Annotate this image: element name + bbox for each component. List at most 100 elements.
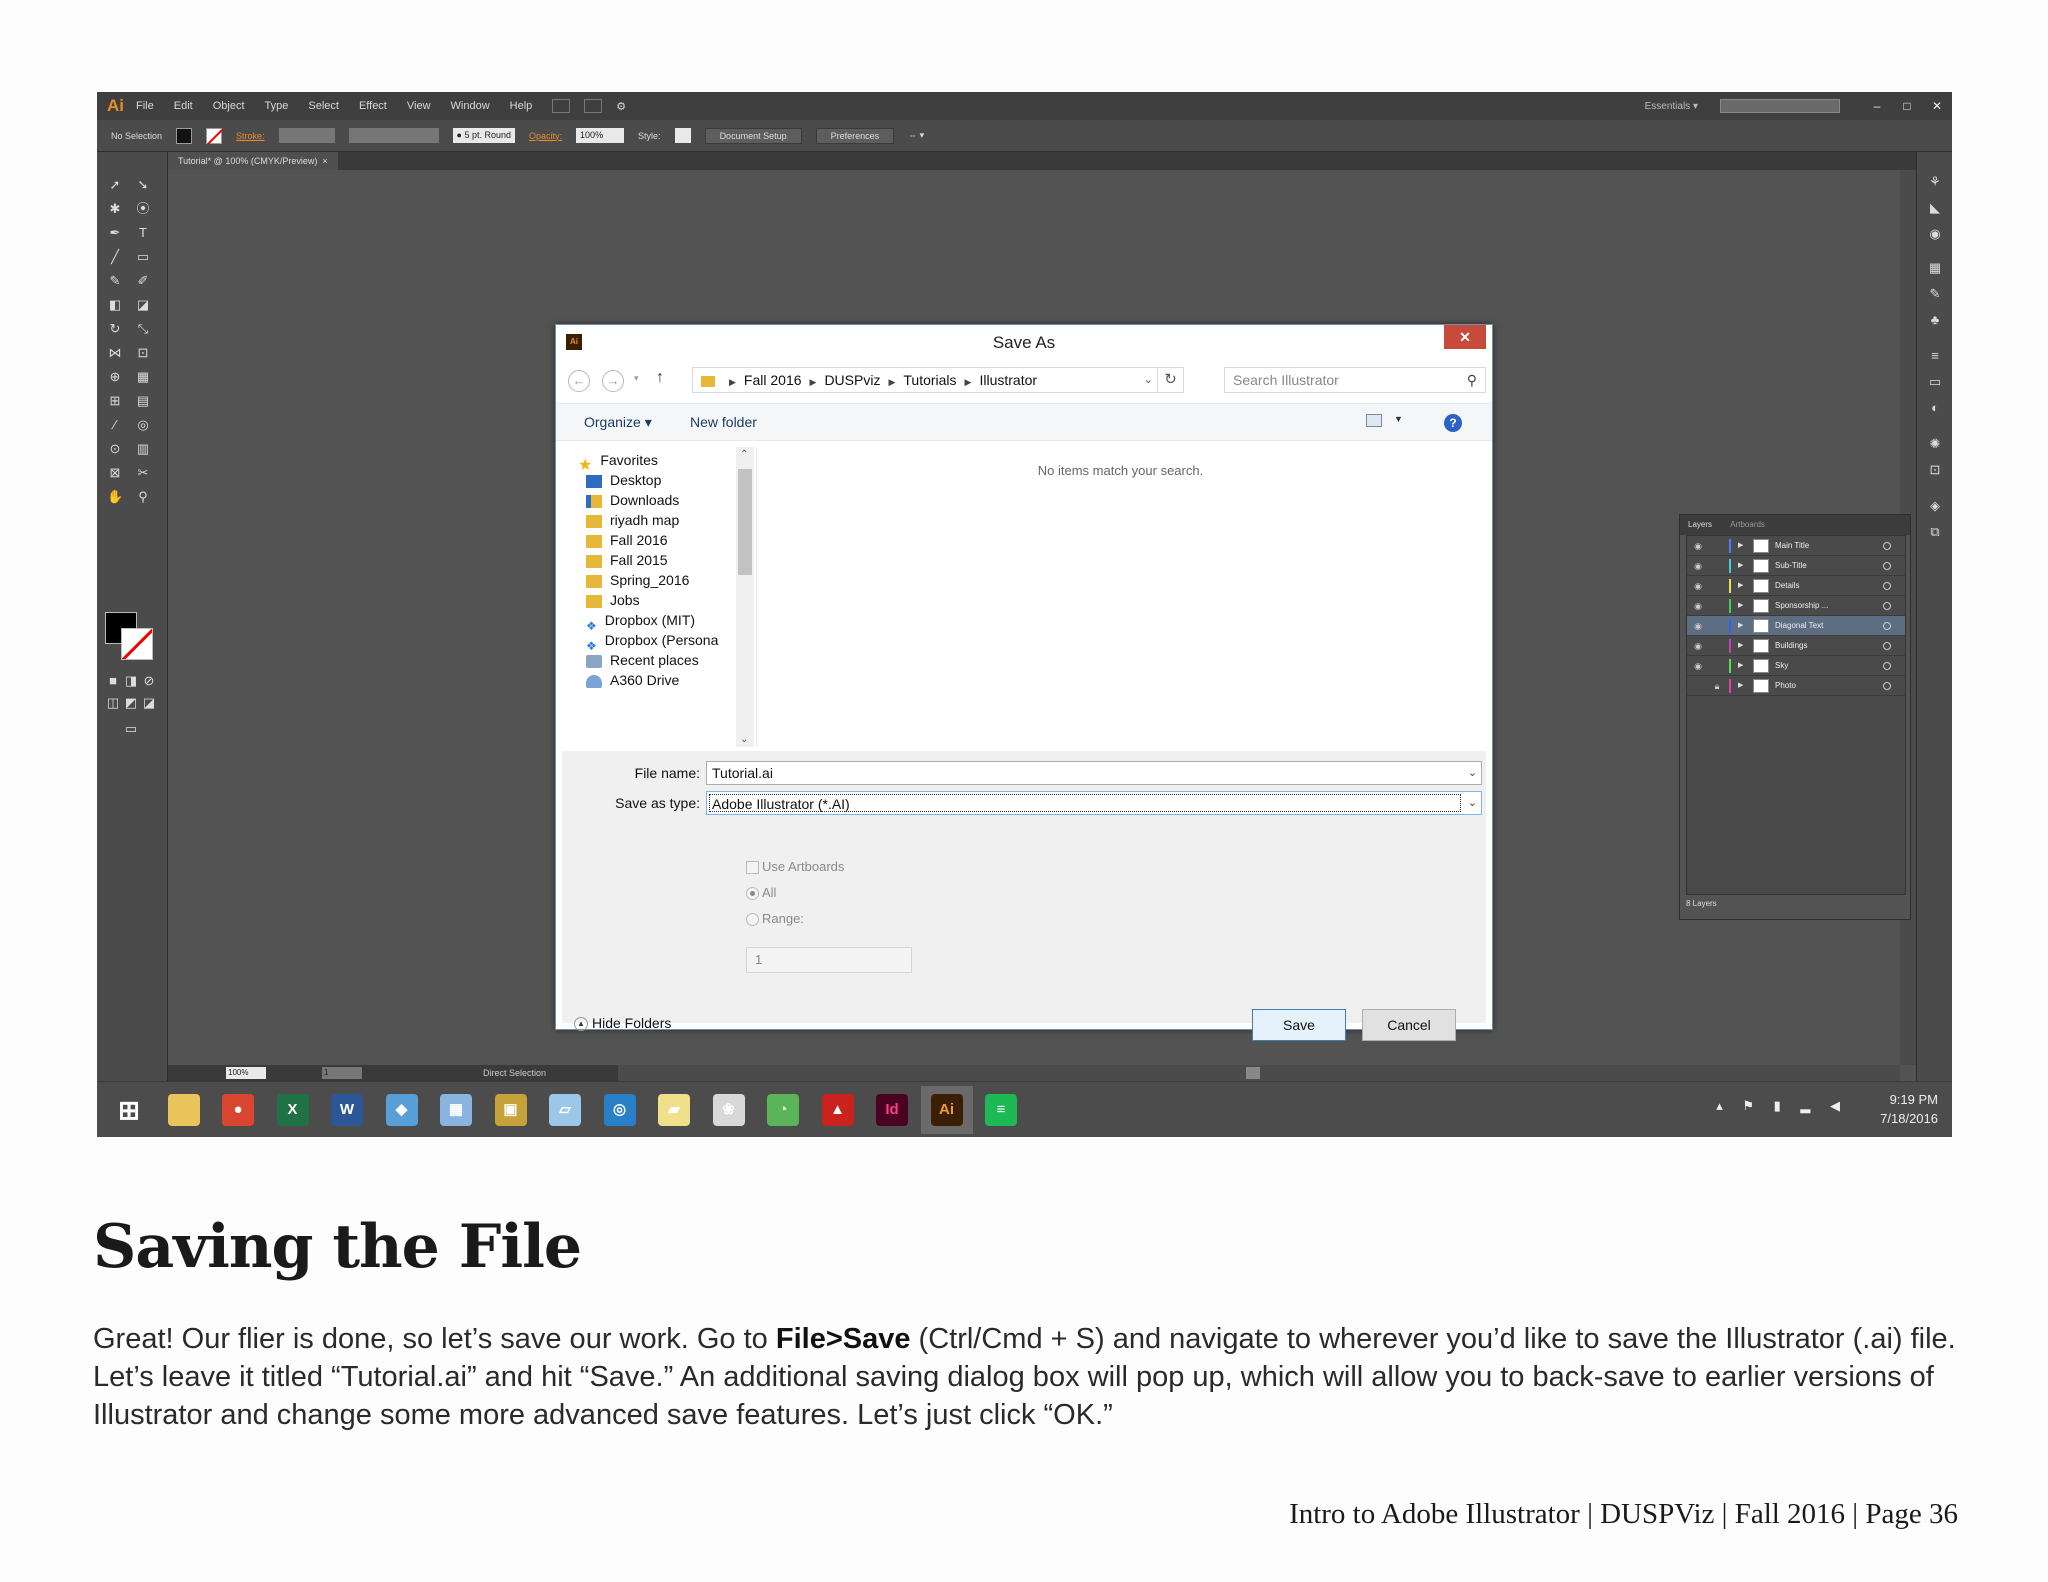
none-mode-icon[interactable]: ⊘ xyxy=(141,674,157,688)
column-graph-icon[interactable]: ▥ xyxy=(135,442,151,456)
draw-inside-icon[interactable]: ◪ xyxy=(141,696,157,710)
visibility-eye-icon[interactable]: ◉ xyxy=(1691,656,1705,676)
stroke-label[interactable]: Stroke: xyxy=(236,131,265,141)
artboard-tool-icon[interactable]: ⊠ xyxy=(107,466,123,480)
taskbar-app[interactable]: ≡ xyxy=(975,1086,1027,1134)
layers-icon[interactable]: ◈ xyxy=(1926,498,1944,514)
shape-builder-icon[interactable]: ⊕ xyxy=(107,370,123,384)
appearance-icon[interactable]: ⚘ xyxy=(1926,174,1944,190)
menu-effect[interactable]: Effect xyxy=(359,100,387,112)
width-tool-icon[interactable]: ⋈ xyxy=(107,346,123,360)
expand-triangle-icon[interactable]: ▶ xyxy=(1738,676,1743,696)
taskbar-app[interactable] xyxy=(158,1086,210,1134)
view-dropdown-icon[interactable]: ▼ xyxy=(1394,414,1403,424)
range-field[interactable]: 1 xyxy=(746,947,912,973)
stroke-weight-field[interactable] xyxy=(278,128,335,143)
taskbar-app[interactable]: Id xyxy=(866,1086,918,1134)
nav-item[interactable]: riyadh map xyxy=(586,509,679,531)
nav-item[interactable]: Desktop xyxy=(586,469,661,491)
preferences-button[interactable]: Preferences xyxy=(815,127,895,144)
perspective-grid-icon[interactable]: ▦ xyxy=(135,370,151,384)
use-artboards-checkbox[interactable]: Use Artboards xyxy=(746,859,844,875)
layer-target-icon[interactable] xyxy=(1883,682,1891,690)
layer-target-icon[interactable] xyxy=(1883,542,1891,550)
scroll-up-icon[interactable]: ⌃ xyxy=(740,449,748,460)
hide-folders-button[interactable]: ▲ Hide Folders xyxy=(574,1015,671,1032)
nav-item[interactable]: Fall 2016 xyxy=(586,529,668,551)
variable-width-field[interactable] xyxy=(348,128,439,143)
fill-swatch[interactable] xyxy=(176,127,193,144)
visibility-eye-icon[interactable]: ◉ xyxy=(1691,536,1705,556)
align-options-icon[interactable]: ⇔ ▾ xyxy=(908,130,924,141)
layer-target-icon[interactable] xyxy=(1883,602,1891,610)
blob-brush-icon[interactable]: ◧ xyxy=(107,298,123,312)
menu-window[interactable]: Window xyxy=(451,100,490,112)
breadcrumb-item[interactable]: DUSPviz xyxy=(824,372,880,388)
layer-name[interactable]: Buildings xyxy=(1775,636,1807,656)
taskbar-app[interactable]: ● xyxy=(212,1086,264,1134)
zoom-field[interactable]: 100% xyxy=(226,1067,266,1079)
file-list[interactable]: No items match your search. xyxy=(756,447,1484,747)
help-search-input[interactable] xyxy=(1720,99,1840,113)
layer-target-icon[interactable] xyxy=(1883,562,1891,570)
taskbar-app[interactable]: ⊞ xyxy=(103,1086,155,1134)
cancel-button[interactable]: Cancel xyxy=(1362,1009,1456,1041)
chevron-down-icon[interactable]: ⌄ xyxy=(1144,368,1153,392)
pencil-icon[interactable]: ✐ xyxy=(135,274,151,288)
help-button[interactable]: ? xyxy=(1444,414,1462,432)
line-tool-icon[interactable]: ╱ xyxy=(107,250,123,264)
align-panel-icon[interactable]: ✺ xyxy=(1926,436,1944,452)
nav-item[interactable]: Jobs xyxy=(586,589,640,611)
scale-tool-icon[interactable]: ⤡ xyxy=(135,322,151,336)
nav-item[interactable]: ❖ Dropbox (Persona xyxy=(586,629,718,653)
scroll-thumb[interactable] xyxy=(738,469,752,575)
stroke-color-icon[interactable] xyxy=(121,628,153,660)
magic-wand-icon[interactable]: ✱ xyxy=(107,202,123,216)
layer-row[interactable]: ◉ ▶ Sponsorship ... xyxy=(1687,596,1905,616)
menu-help[interactable]: Help xyxy=(510,100,533,112)
range-radio[interactable]: Range: xyxy=(746,911,804,927)
transparency-icon[interactable]: ◐ xyxy=(1926,400,1944,416)
expand-triangle-icon[interactable]: ▶ xyxy=(1738,556,1743,576)
taskbar-app[interactable]: ◔ xyxy=(757,1086,809,1134)
tab-layers[interactable]: Layers xyxy=(1680,520,1720,529)
organize-menu[interactable]: Organize ▾ xyxy=(584,414,652,431)
document-tab[interactable]: Tutorial* @ 100% (CMYK/Preview) × xyxy=(168,152,338,170)
rotate-tool-icon[interactable]: ↻ xyxy=(107,322,123,336)
artboards-icon[interactable]: ⧉ xyxy=(1926,524,1944,540)
canvas-horizontal-scrollbar[interactable] xyxy=(618,1065,1900,1081)
opacity-label[interactable]: Opacity: xyxy=(529,131,562,141)
visibility-eye-icon[interactable]: ◉ xyxy=(1691,636,1705,656)
slice-tool-icon[interactable]: ✂ xyxy=(135,466,151,480)
taskbar-app[interactable]: W xyxy=(321,1086,373,1134)
nav-item[interactable]: Recent places xyxy=(586,649,699,671)
blend-tool-icon[interactable]: ◎ xyxy=(135,418,151,432)
layer-row[interactable]: ◉ ▶ Main Title xyxy=(1687,536,1905,556)
bridge-icon[interactable] xyxy=(552,99,571,113)
swatches-icon[interactable]: ▦ xyxy=(1926,260,1944,276)
save-button[interactable]: Save xyxy=(1252,1009,1346,1041)
menu-type[interactable]: Type xyxy=(265,100,289,112)
layer-name[interactable]: Diagonal Text xyxy=(1775,616,1823,636)
visibility-eye-icon[interactable]: ◉ xyxy=(1691,576,1705,596)
rectangle-tool-icon[interactable]: ▭ xyxy=(135,250,151,264)
stroke-swatch[interactable] xyxy=(206,127,223,144)
nav-item[interactable]: Spring_2016 xyxy=(586,569,689,591)
selection-tool-icon[interactable]: ➚ xyxy=(107,178,123,192)
taskbar-app[interactable]: Ai xyxy=(920,1086,973,1134)
visibility-eye-icon[interactable]: ◉ xyxy=(1691,556,1705,576)
nav-item[interactable]: Downloads xyxy=(586,489,679,511)
expand-triangle-icon[interactable]: ▶ xyxy=(1738,576,1743,596)
breadcrumb-item[interactable]: Illustrator xyxy=(979,372,1037,388)
forward-arrow-icon[interactable]: → xyxy=(602,370,624,392)
free-transform-icon[interactable]: ⊡ xyxy=(135,346,151,360)
taskbar-app[interactable]: ▱ xyxy=(539,1086,591,1134)
taskbar-app[interactable]: ◎ xyxy=(594,1086,646,1134)
nav-item[interactable]: ★ Favorites xyxy=(578,449,658,474)
refresh-icon[interactable]: ↻ xyxy=(1157,368,1183,392)
all-radio[interactable]: All xyxy=(746,885,776,901)
gradient-mode-icon[interactable]: ◨ xyxy=(123,674,139,688)
layer-target-icon[interactable] xyxy=(1883,622,1891,630)
new-folder-button[interactable]: New folder xyxy=(690,414,757,430)
lasso-icon[interactable]: ⦿ xyxy=(135,202,151,216)
